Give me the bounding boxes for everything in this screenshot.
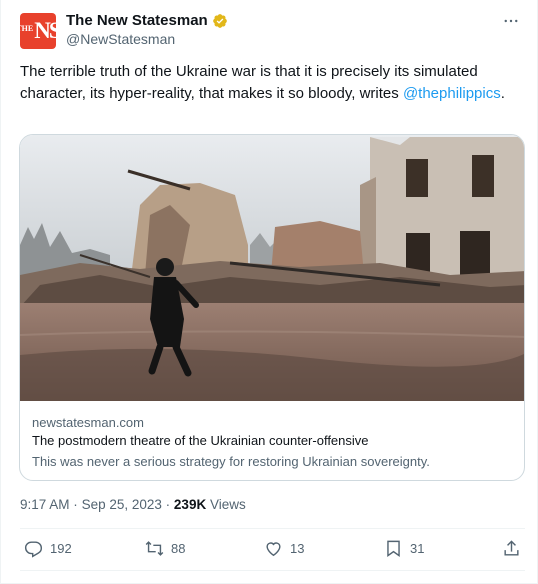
repost-icon (145, 541, 164, 556)
tweet-text-end: . (500, 85, 505, 102)
avatar[interactable]: THE NS (20, 13, 56, 49)
reply-count: 192 (50, 541, 72, 556)
more-options-icon[interactable] (502, 12, 520, 30)
repost-button[interactable]: 88 (145, 539, 185, 558)
reply-icon (24, 541, 43, 558)
tweet-date[interactable]: Sep 25, 2023 (82, 497, 162, 512)
bookmark-icon (387, 540, 400, 558)
display-name[interactable]: The New Statesman (66, 12, 228, 29)
action-bar: 192 88 13 31 (1, 539, 538, 563)
views-count: 239K (173, 497, 207, 512)
divider (20, 528, 525, 529)
share-icon (504, 540, 519, 556)
like-count: 13 (290, 541, 305, 556)
author-name[interactable]: The New Statesman (66, 12, 208, 29)
views-label: Views (209, 497, 246, 512)
share-button[interactable] (502, 539, 521, 558)
verified-badge-icon (212, 13, 227, 28)
divider (20, 570, 525, 571)
meta-separator: · (73, 497, 78, 512)
tweet-text: The terrible truth of the Ukraine war is… (20, 61, 520, 105)
card-image[interactable] (20, 135, 525, 401)
card-description: This was never a serious strategy for re… (32, 454, 430, 469)
card-domain: newstatesman.com (32, 415, 144, 430)
repost-count: 88 (171, 541, 186, 556)
avatar-small-text: THE (20, 24, 34, 33)
bookmark-button[interactable]: 31 (384, 539, 424, 558)
like-button[interactable]: 13 (264, 539, 304, 558)
link-card[interactable]: newstatesman.com The postmodern theatre … (19, 134, 525, 481)
bookmark-count: 31 (410, 541, 425, 556)
mention-link[interactable]: @thephilippics (403, 85, 501, 102)
reply-button[interactable]: 192 (24, 539, 72, 558)
author-handle[interactable]: @NewStatesman (66, 31, 175, 47)
heart-icon (266, 542, 281, 557)
tweet-time[interactable]: 9:17 AM (20, 497, 70, 512)
tweet-meta: 9:17 AM · Sep 25, 2023 · 239K Views (20, 497, 246, 512)
tweet: THE NS The New Statesman @NewStatesman T… (0, 0, 538, 584)
avatar-big-text: NS (34, 18, 56, 43)
card-title: The postmodern theatre of the Ukrainian … (32, 433, 369, 448)
meta-separator: · (165, 497, 171, 512)
